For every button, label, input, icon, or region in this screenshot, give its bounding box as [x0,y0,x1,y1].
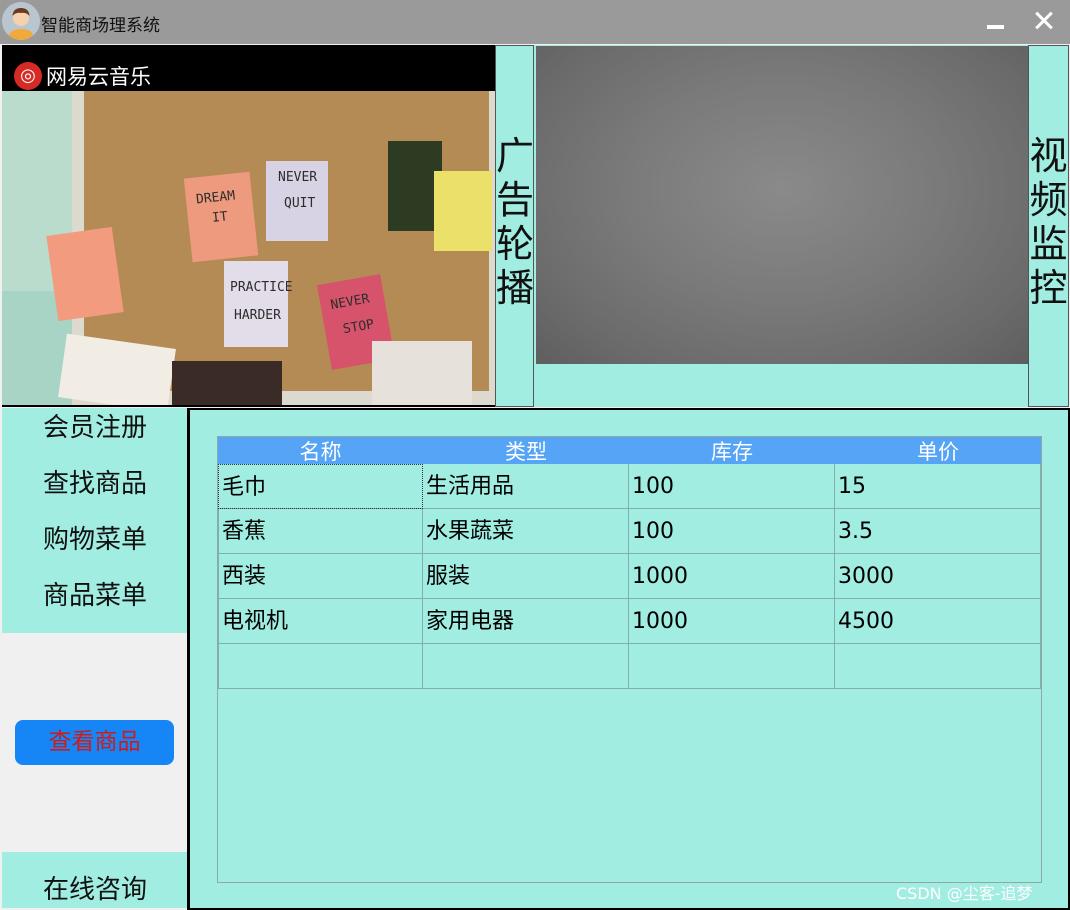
view-products-button[interactable]: 查看商品 [15,720,174,765]
table-cell[interactable] [423,644,629,689]
table-cell[interactable]: 15 [835,464,1041,509]
table-cell[interactable]: 电视机 [218,599,423,644]
ad-carousel[interactable]: DREAM IT NEVER QUIT PRACTICE HARDER NEVE… [2,45,495,407]
close-icon[interactable] [1030,6,1060,36]
table-cell[interactable]: 3.5 [835,509,1041,554]
table-row[interactable]: 毛巾 生活用品 100 15 [218,464,1041,509]
table-cell[interactable]: 100 [629,509,835,554]
title-bar: 智能商场理系统 [0,0,1070,44]
product-grid[interactable]: 名称 类型 库存 单价 毛巾 生活用品 100 15 香蕉 水果蔬菜 100 3… [217,436,1042,883]
header-name[interactable]: 名称 [218,437,423,464]
music-logo-text: 网易云音乐 [46,65,151,89]
table-row[interactable]: 西装 服装 1000 3000 [218,554,1041,599]
table-cell[interactable]: 100 [629,464,835,509]
table-cell[interactable]: 1000 [629,599,835,644]
music-logo-icon: ◎ [14,62,42,90]
ad-carousel-label: 广告轮播 [495,45,534,407]
menu-item-find-product[interactable]: 查找商品 [2,464,188,520]
table-cell[interactable]: 家用电器 [423,599,629,644]
window-title: 智能商场理系统 [41,16,160,36]
table-cell[interactable]: 水果蔬菜 [423,509,629,554]
table-cell[interactable]: 生活用品 [423,464,629,509]
music-logo: ◎ 网易云音乐 [14,61,151,91]
svg-text:NEVER: NEVER [278,170,317,185]
minimize-icon[interactable] [982,6,1012,36]
menu-item-shopping-menu[interactable]: 购物菜单 [2,520,188,576]
table-cell[interactable]: 香蕉 [218,509,423,554]
table-cell[interactable]: 4500 [835,599,1041,644]
camera-panel [534,45,1028,407]
table-row[interactable]: 香蕉 水果蔬菜 100 3.5 [218,509,1041,554]
camera-label: 视频监控 [1028,45,1069,407]
svg-text:IT: IT [211,209,228,226]
table-row[interactable]: 电视机 家用电器 1000 4500 [218,599,1041,644]
table-cell[interactable] [629,644,835,689]
avatar-icon [2,2,40,40]
table-cell[interactable]: 西装 [218,554,423,599]
table-cell[interactable] [835,644,1041,689]
online-consult-button[interactable]: 在线咨询 [2,852,188,908]
table-cell[interactable]: 服装 [423,554,629,599]
main-content: 名称 类型 库存 单价 毛巾 生活用品 100 15 香蕉 水果蔬菜 100 3… [190,408,1070,910]
left-menu: 会员注册 查找商品 购物菜单 商品菜单 [2,408,188,633]
watermark: CSDN @尘客-追梦 [896,884,1033,903]
header-stock[interactable]: 库存 [629,437,835,464]
header-type[interactable]: 类型 [423,437,629,464]
table-cell[interactable]: 1000 [629,554,835,599]
menu-item-member-register[interactable]: 会员注册 [2,408,188,464]
table-cell[interactable] [218,644,423,689]
table-cell[interactable]: 3000 [835,554,1041,599]
table-row-new[interactable] [218,644,1041,689]
grid-header: 名称 类型 库存 单价 [218,437,1041,464]
table-cell[interactable]: 毛巾 [218,464,423,509]
camera-feed [536,46,1028,364]
svg-text:QUIT: QUIT [284,196,315,211]
ad-video-frame: DREAM IT NEVER QUIT PRACTICE HARDER NEVE… [2,91,495,405]
svg-text:HARDER: HARDER [234,308,281,323]
menu-item-product-menu[interactable]: 商品菜单 [2,576,188,632]
svg-text:PRACTICE: PRACTICE [230,280,293,295]
header-price[interactable]: 单价 [835,437,1041,464]
